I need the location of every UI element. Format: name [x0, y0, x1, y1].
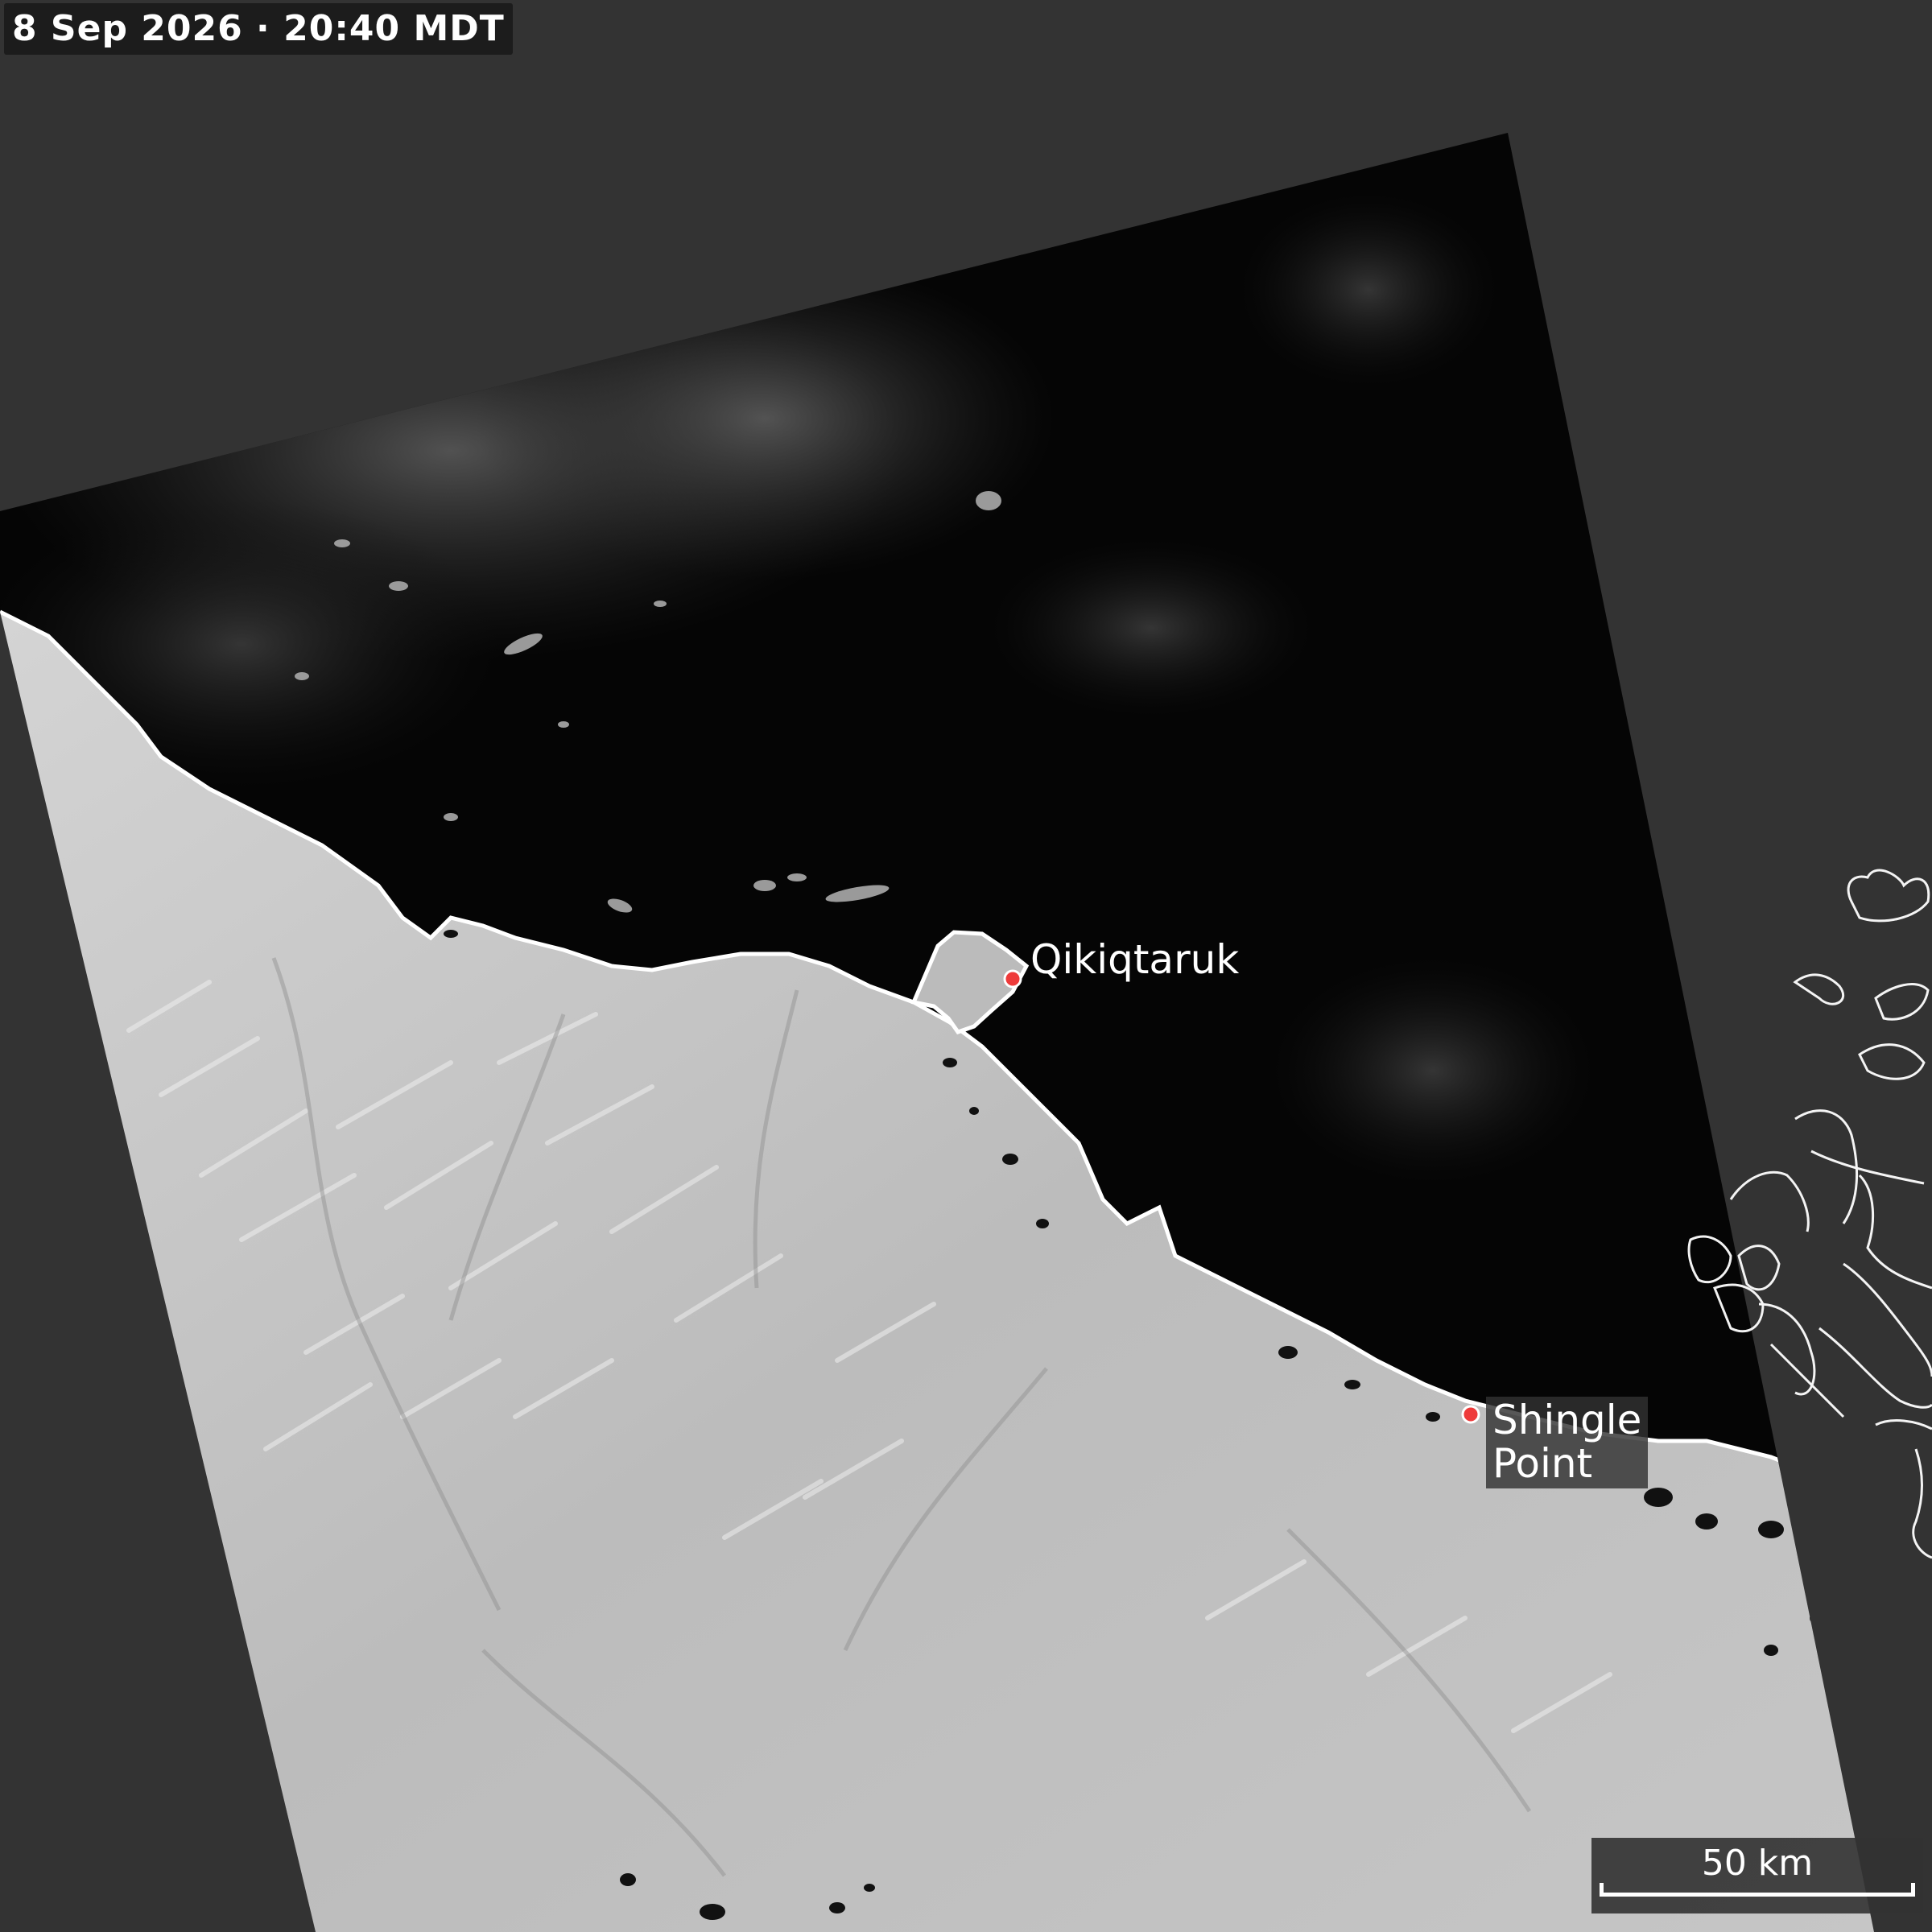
- shingle-point-name-line2: Point: [1492, 1440, 1593, 1487]
- qikiqtaruk-label[interactable]: Qikiqtaruk: [1030, 938, 1239, 981]
- qikiqtaruk-name: Qikiqtaruk: [1030, 936, 1240, 983]
- cloud-patch: [990, 539, 1312, 716]
- shingle-point-name-line1: Shingle: [1492, 1397, 1642, 1443]
- scale-bar-line: [1600, 1893, 1915, 1897]
- shingle-point-marker-dot: [1461, 1405, 1480, 1424]
- scale-bar: 50 km: [1591, 1838, 1923, 1913]
- qikiqtaruk-marker-dot: [1003, 969, 1022, 989]
- scale-bar-label: 50 km: [1701, 1843, 1814, 1884]
- cloud-patch: [1240, 193, 1497, 386]
- scale-bar-tick-right: [1911, 1883, 1915, 1897]
- satellite-swath: [0, 133, 1874, 1932]
- scale-bar-tick-left: [1600, 1883, 1604, 1897]
- sea-ice-field: [475, 258, 1055, 580]
- cloud-patch: [1272, 958, 1594, 1183]
- satellite-map[interactable]: [0, 0, 1932, 1932]
- timestamp-label: 8 Sep 2026 · 20:40 MDT: [4, 3, 513, 55]
- shingle-point-label[interactable]: Shingle Point: [1486, 1397, 1649, 1488]
